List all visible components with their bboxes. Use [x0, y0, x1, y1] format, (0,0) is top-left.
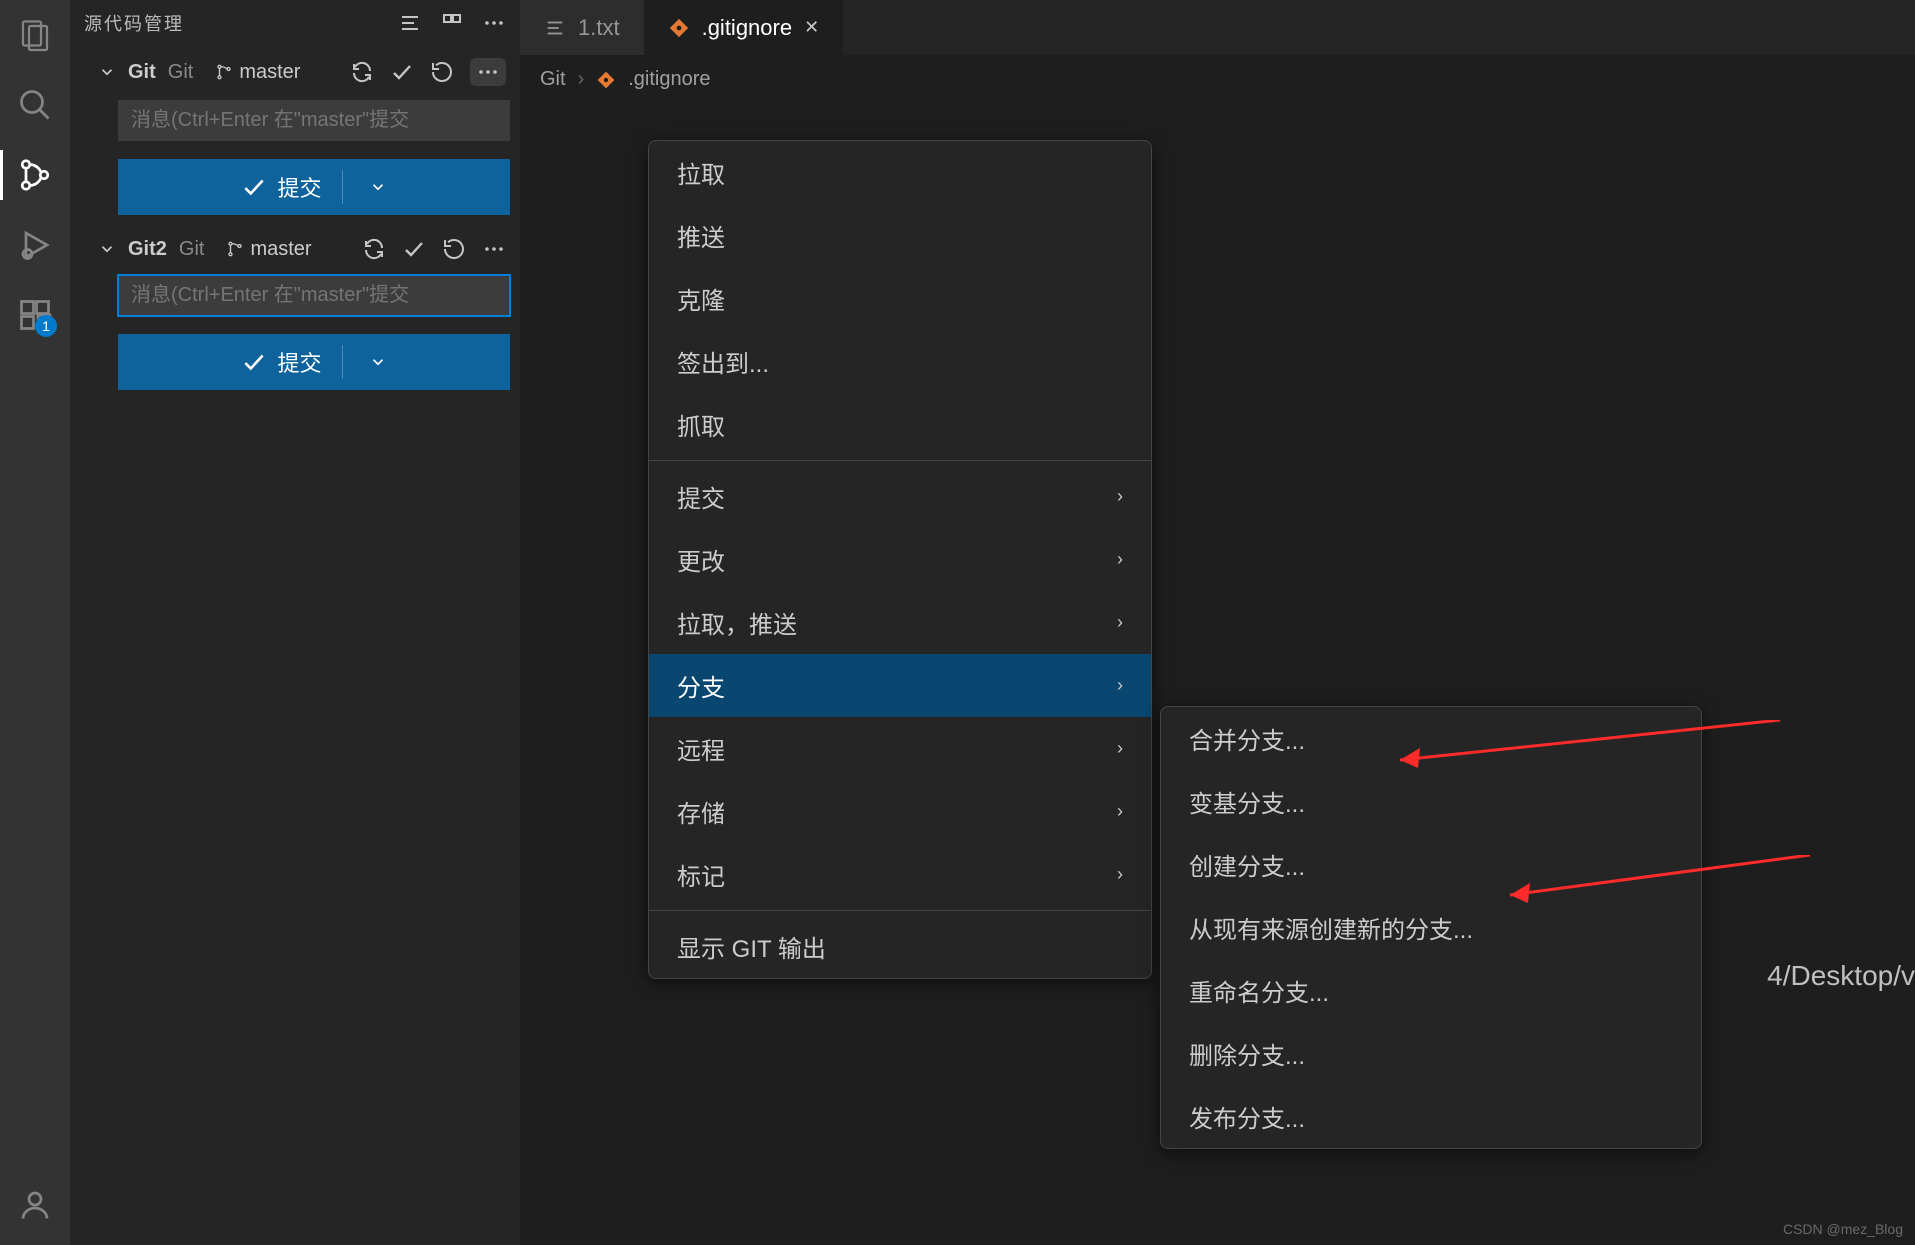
- watermark: CSDN @mez_Blog: [1783, 1221, 1903, 1237]
- refresh-icon[interactable]: [442, 237, 466, 261]
- repo-git: Git Git master 提交: [70, 50, 520, 225]
- menu-item[interactable]: 发布分支...: [1161, 1085, 1701, 1148]
- menu-item[interactable]: 拉取: [649, 141, 1151, 204]
- tab-gitignore[interactable]: .gitignore ✕: [644, 0, 844, 55]
- view-list-icon[interactable]: [398, 11, 422, 35]
- menu-item[interactable]: 变基分支...: [1161, 770, 1701, 833]
- refresh-icon[interactable]: [430, 60, 454, 84]
- account-icon[interactable]: [15, 1185, 55, 1225]
- repo-sub: Git: [179, 238, 205, 261]
- more-actions-icon[interactable]: [482, 11, 506, 35]
- menu-item-label: 存储: [677, 794, 725, 829]
- menu-item[interactable]: 标记 ›: [649, 843, 1151, 906]
- sync-icon[interactable]: [362, 237, 386, 261]
- chevron-right-icon: ›: [1117, 801, 1123, 822]
- repo-name: Git2: [128, 238, 167, 261]
- repo-more-icon[interactable]: [470, 58, 506, 86]
- breadcrumb[interactable]: Git › .gitignore: [520, 56, 1915, 103]
- chevron-down-icon[interactable]: [98, 240, 116, 258]
- menu-item[interactable]: 拉取，推送 ›: [649, 591, 1151, 654]
- menu-separator: [649, 460, 1151, 461]
- chevron-right-icon: ›: [1117, 675, 1123, 696]
- menu-item[interactable]: 克隆: [649, 267, 1151, 330]
- source-control-icon[interactable]: [15, 155, 55, 195]
- commit-button[interactable]: 提交: [118, 334, 510, 390]
- activity-bar: 1: [0, 0, 70, 1245]
- chevron-right-icon: ›: [1117, 864, 1123, 885]
- menu-separator: [649, 910, 1151, 911]
- branch-indicator[interactable]: master: [215, 61, 300, 84]
- tab-1txt[interactable]: 1.txt: [520, 0, 644, 55]
- menu-item-label: 合并分支...: [1189, 721, 1305, 756]
- tabs: 1.txt .gitignore ✕: [520, 0, 1915, 56]
- menu-item-label: 拉取: [677, 155, 725, 190]
- menu-item-label: 标记: [677, 857, 725, 892]
- menu-item-label: 签出到...: [677, 344, 769, 379]
- menu-item[interactable]: 提交 ›: [649, 465, 1151, 528]
- check-icon[interactable]: [402, 237, 426, 261]
- sidebar-title: 源代码管理: [84, 10, 184, 36]
- menu-item-label: 更改: [677, 542, 725, 577]
- run-debug-icon[interactable]: [15, 225, 55, 265]
- menu-item[interactable]: 重命名分支...: [1161, 959, 1701, 1022]
- menu-item[interactable]: 存储 ›: [649, 780, 1151, 843]
- source-control-sidebar: 源代码管理 Git Git master: [70, 0, 520, 1245]
- chevron-right-icon: ›: [1117, 549, 1123, 570]
- menu-item-label: 抓取: [677, 407, 725, 442]
- extensions-badge: 1: [35, 315, 57, 337]
- menu-item[interactable]: 更改 ›: [649, 528, 1151, 591]
- view-tree-icon[interactable]: [440, 11, 464, 35]
- menu-item-label: 变基分支...: [1189, 784, 1305, 819]
- chevron-down-icon[interactable]: [369, 178, 387, 196]
- tab-label: 1.txt: [578, 15, 620, 41]
- menu-item-label: 创建分支...: [1189, 847, 1305, 882]
- close-icon[interactable]: ✕: [804, 17, 819, 38]
- menu-item-label: 从现有来源创建新的分支...: [1189, 910, 1473, 945]
- commit-message-input[interactable]: [118, 100, 510, 141]
- search-icon[interactable]: [15, 85, 55, 125]
- menu-item-label: 分支: [677, 668, 725, 703]
- repo-git2: Git2 Git master 提交: [70, 229, 520, 400]
- menu-item-label: 拉取，推送: [677, 605, 797, 640]
- menu-item-label: 推送: [677, 218, 725, 253]
- menu-item-label: 删除分支...: [1189, 1036, 1305, 1071]
- menu-item-label: 显示 GIT 输出: [677, 929, 826, 964]
- chevron-right-icon: ›: [1117, 738, 1123, 759]
- menu-item[interactable]: 抓取: [649, 393, 1151, 456]
- commit-message-input[interactable]: [118, 275, 510, 316]
- commit-button[interactable]: 提交: [118, 159, 510, 215]
- chevron-right-icon: ›: [1117, 612, 1123, 633]
- chevron-right-icon: ›: [1117, 486, 1123, 507]
- repo-sub: Git: [168, 61, 194, 84]
- menu-item[interactable]: 推送: [649, 204, 1151, 267]
- menu-item-label: 克隆: [677, 281, 725, 316]
- branch-submenu: 合并分支... 变基分支... 创建分支... 从现有来源创建新的分支... 重命名分支…: [1160, 706, 1702, 1149]
- menu-item[interactable]: 显示 GIT 输出: [649, 915, 1151, 978]
- explorer-icon[interactable]: [15, 15, 55, 55]
- repo-more-icon[interactable]: [482, 237, 506, 261]
- menu-item-label: 提交: [677, 479, 725, 514]
- check-icon[interactable]: [390, 60, 414, 84]
- menu-item[interactable]: 签出到...: [649, 330, 1151, 393]
- menu-item[interactable]: 从现有来源创建新的分支...: [1161, 896, 1701, 959]
- menu-item[interactable]: 远程 ›: [649, 717, 1151, 780]
- sync-icon[interactable]: [350, 60, 374, 84]
- editor-text: 4/Desktop/v: [1767, 960, 1915, 992]
- menu-item[interactable]: 创建分支...: [1161, 833, 1701, 896]
- branch-indicator[interactable]: master: [226, 238, 311, 261]
- menu-item-label: 重命名分支...: [1189, 973, 1329, 1008]
- chevron-down-icon[interactable]: [98, 63, 116, 81]
- menu-item-label: 发布分支...: [1189, 1099, 1305, 1134]
- chevron-down-icon[interactable]: [369, 353, 387, 371]
- menu-item-label: 远程: [677, 731, 725, 766]
- chevron-right-icon: ›: [578, 68, 585, 91]
- repo-name: Git: [128, 61, 156, 84]
- menu-item[interactable]: 删除分支...: [1161, 1022, 1701, 1085]
- scm-context-menu: 拉取推送克隆签出到... 抓取提交 › 更改 › 拉取，推送 › 分支 › 远程 › 存储 › 标记 › 显示…: [648, 140, 1152, 979]
- tab-label: .gitignore: [702, 15, 793, 41]
- menu-item[interactable]: 合并分支...: [1161, 707, 1701, 770]
- extensions-icon[interactable]: 1: [15, 295, 55, 335]
- menu-item[interactable]: 分支 ›: [649, 654, 1151, 717]
